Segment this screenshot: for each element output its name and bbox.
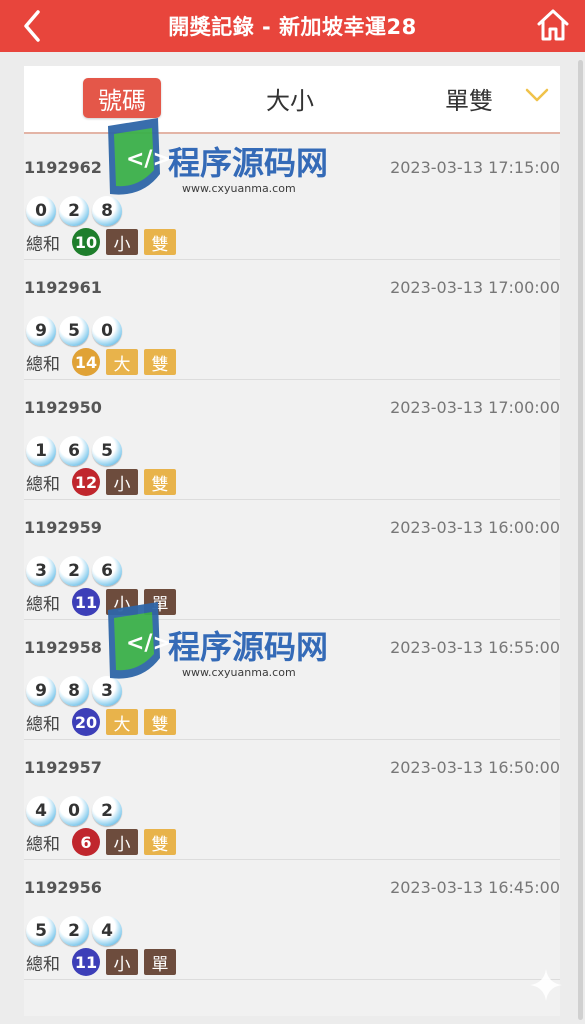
sparkle-icon	[530, 969, 562, 1001]
scrollbar[interactable]	[578, 60, 583, 1020]
issue-number: 1192961	[24, 278, 102, 297]
number-ball: 6	[59, 436, 89, 466]
number-ball: 2	[59, 556, 89, 586]
number-ball: 5	[92, 436, 122, 466]
sum-ball: 6	[72, 828, 100, 856]
number-ball: 5	[59, 316, 89, 346]
sum-label: 總和	[26, 954, 60, 975]
number-ball: 9	[26, 316, 56, 346]
issue-number: 1192956	[24, 878, 102, 897]
home-icon[interactable]	[535, 6, 571, 44]
number-ball: 4	[26, 796, 56, 826]
svg-text:</>: </>	[126, 631, 171, 656]
sum-ball: 11	[72, 588, 100, 616]
sum-line: 總和 10 小雙	[26, 228, 176, 256]
watermark-title: 程序源码网	[168, 628, 328, 666]
number-ball: 2	[59, 196, 89, 226]
number-ball: 2	[59, 916, 89, 946]
number-ball: 1	[26, 436, 56, 466]
size-tag: 小	[106, 829, 138, 855]
draw-time: 2023-03-13 16:45:00	[390, 878, 560, 897]
watermark-logo: </> 程序源码网 www.cxyuanma.com	[108, 602, 328, 679]
page-title: 開獎記錄 - 新加坡幸運28	[168, 15, 417, 39]
ball-group: 402	[26, 796, 122, 826]
size-tag: 小	[106, 469, 138, 495]
sum-line: 總和 11 小單	[26, 948, 176, 976]
chevron-down-icon[interactable]	[524, 86, 550, 104]
sum-ball: 11	[72, 948, 100, 976]
watermark-title: 程序源码网	[168, 144, 328, 182]
watermark-url: www.cxyuanma.com	[182, 666, 296, 679]
number-ball: 9	[26, 676, 56, 706]
sum-line: 總和 14 大雙	[26, 348, 176, 376]
number-ball: 0	[26, 196, 56, 226]
draw-time: 2023-03-13 16:55:00	[390, 638, 560, 657]
number-ball: 4	[92, 916, 122, 946]
number-ball: 0	[92, 316, 122, 346]
record-row: 1192957 2023-03-13 16:50:00 4 0 2 總和 6 小雙	[24, 740, 560, 860]
parity-tag: 雙	[144, 349, 176, 375]
number-ball: 2	[92, 796, 122, 826]
sum-label: 總和	[26, 834, 60, 855]
parity-tag: 雙	[144, 829, 176, 855]
draw-time: 2023-03-13 17:15:00	[390, 158, 560, 177]
issue-number: 1192957	[24, 758, 102, 777]
ball-group: 524	[26, 916, 122, 946]
issue-number: 1192950	[24, 398, 102, 417]
number-ball: 3	[26, 556, 56, 586]
issue-number: 1192958	[24, 638, 102, 657]
watermark-logo: </> 程序源码网 www.cxyuanma.com	[108, 118, 328, 195]
chevron-left-icon[interactable]	[18, 8, 48, 44]
sum-line: 總和 20 大雙	[26, 708, 176, 736]
size-tag: 小	[106, 949, 138, 975]
sum-label: 總和	[26, 594, 60, 615]
parity-tag: 雙	[144, 229, 176, 255]
number-ball: 5	[26, 916, 56, 946]
parity-tag: 單	[144, 949, 176, 975]
issue-number: 1192962	[24, 158, 102, 177]
sum-label: 總和	[26, 354, 60, 375]
sum-label: 總和	[26, 234, 60, 255]
sum-line: 總和 12 小雙	[26, 468, 176, 496]
number-ball: 0	[59, 796, 89, 826]
issue-number: 1192959	[24, 518, 102, 537]
ball-group: 950	[26, 316, 122, 346]
sum-ball: 14	[72, 348, 100, 376]
parity-tag: 雙	[144, 709, 176, 735]
svg-text:</>: </>	[126, 147, 171, 172]
number-ball: 6	[92, 556, 122, 586]
sum-line: 總和 6 小雙	[26, 828, 176, 856]
watermark-url: www.cxyuanma.com	[182, 182, 296, 195]
app-header: 開獎記錄 - 新加坡幸運28	[0, 0, 585, 52]
size-tag: 大	[106, 709, 138, 735]
draw-time: 2023-03-13 17:00:00	[390, 398, 560, 417]
sum-label: 總和	[26, 714, 60, 735]
draw-time: 2023-03-13 16:50:00	[390, 758, 560, 777]
record-row: 1192961 2023-03-13 17:00:00 9 5 0 總和 14 大雙	[24, 260, 560, 380]
ball-group: 326	[26, 556, 122, 586]
tab-odd-even[interactable]: 單雙	[434, 78, 504, 118]
sum-label: 總和	[26, 474, 60, 495]
draw-time: 2023-03-13 17:00:00	[390, 278, 560, 297]
size-tag: 大	[106, 349, 138, 375]
number-ball: 8	[59, 676, 89, 706]
sum-ball: 20	[72, 708, 100, 736]
size-tag: 小	[106, 229, 138, 255]
record-row: 1192950 2023-03-13 17:00:00 1 6 5 總和 12 小雙	[24, 380, 560, 500]
record-row: 1192956 2023-03-13 16:45:00 5 2 4 總和 11 小單	[24, 860, 560, 980]
sum-ball: 10	[72, 228, 100, 256]
sum-ball: 12	[72, 468, 100, 496]
draw-time: 2023-03-13 16:00:00	[390, 518, 560, 537]
parity-tag: 雙	[144, 469, 176, 495]
ball-group: 165	[26, 436, 122, 466]
